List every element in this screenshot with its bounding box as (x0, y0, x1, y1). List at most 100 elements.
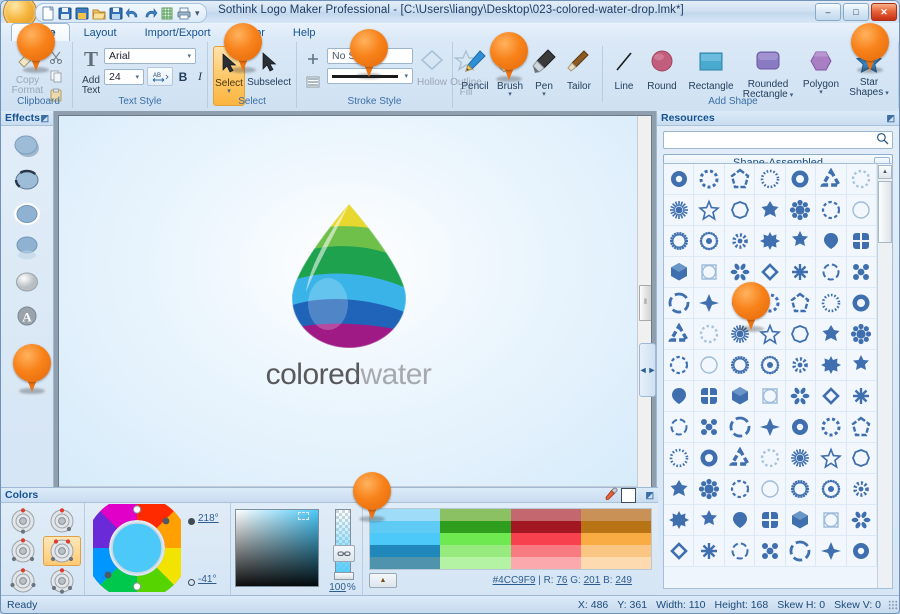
resource-shape-cell[interactable] (846, 288, 877, 319)
resource-shape-cell[interactable] (846, 195, 877, 226)
resource-shape-cell[interactable] (816, 443, 847, 474)
tab-import-export[interactable]: Import/Export (131, 23, 225, 41)
resource-shape-cell[interactable] (846, 412, 877, 443)
rounded-rectangle-shape-button[interactable]: Rounded Rectangle ▾ (739, 46, 797, 101)
resource-shape-cell[interactable] (724, 164, 756, 195)
cut-button[interactable] (47, 48, 65, 65)
eyedropper-icon[interactable] (604, 487, 618, 504)
resource-shape-cell[interactable] (664, 288, 695, 319)
color-mode-3-button[interactable] (4, 536, 42, 566)
resources-search-box[interactable] (663, 131, 893, 149)
opacity-slider[interactable] (333, 509, 354, 580)
resource-shape-cell[interactable] (816, 319, 847, 350)
resource-shape-cell[interactable] (664, 226, 695, 257)
effect-inner-shadow-item[interactable] (10, 166, 44, 194)
resource-shape-cell[interactable] (724, 536, 756, 567)
brush-tool-button[interactable]: Brush ▾ (492, 46, 528, 98)
effect-hidden-item[interactable] (10, 336, 44, 364)
pin-icon[interactable]: ◩ (40, 113, 49, 124)
maximize-button[interactable]: □ (843, 3, 869, 21)
resource-shape-cell[interactable] (694, 536, 725, 567)
resource-shape-cell[interactable] (846, 257, 877, 288)
color-swatch-grid[interactable] (369, 508, 652, 570)
color-mode-6-button[interactable] (43, 567, 81, 595)
resources-search-input[interactable] (667, 133, 876, 147)
g-value[interactable]: 201 (584, 575, 601, 586)
pencil-tool-button[interactable]: Pencil (458, 46, 492, 92)
color-mode-1-button[interactable] (4, 507, 42, 535)
color-swatch[interactable] (370, 521, 441, 533)
resources-vertical-scrollbar[interactable]: ▲ (877, 164, 892, 588)
resource-shape-cell[interactable] (785, 505, 817, 536)
resource-shape-cell[interactable] (755, 505, 786, 536)
star-shapes-button[interactable]: Star Shapes ▾ (845, 46, 893, 99)
resource-shape-cell[interactable] (755, 381, 786, 412)
tailor-tool-button[interactable]: Tailor (560, 46, 598, 92)
color-swatch[interactable] (510, 521, 581, 533)
chevron-down-icon[interactable]: ▾ (402, 72, 410, 80)
pin-icon[interactable]: ◩ (645, 490, 654, 501)
resource-shape-cell[interactable] (694, 381, 725, 412)
resource-shape-cell[interactable] (724, 443, 756, 474)
color-mode-4-button[interactable] (43, 536, 81, 566)
close-button[interactable]: ✕ (871, 3, 897, 21)
round-shape-button[interactable]: Round (641, 46, 683, 92)
resource-shape-cell[interactable] (846, 443, 877, 474)
sat-angle-label[interactable]: -41° (198, 574, 216, 585)
resource-shape-cell[interactable] (694, 257, 725, 288)
resource-shape-cell[interactable] (694, 226, 725, 257)
resource-shape-cell[interactable] (785, 412, 817, 443)
stroke-width-combo[interactable]: ▾ (327, 68, 413, 84)
color-swatch[interactable] (440, 521, 511, 533)
opacity-slider-thumb[interactable] (333, 572, 354, 580)
resource-shape-cell[interactable] (724, 319, 756, 350)
resource-shape-cell[interactable] (816, 474, 847, 505)
resource-shape-cell[interactable] (755, 257, 786, 288)
tab-color[interactable]: Color (225, 23, 279, 41)
color-mode-5-button[interactable] (4, 567, 42, 595)
resource-shape-cell[interactable] (816, 164, 847, 195)
canvas-vertical-scrollbar[interactable]: ‖ (637, 116, 651, 487)
chevron-down-icon[interactable]: ▾ (227, 88, 231, 95)
tab-home[interactable]: Home (11, 23, 70, 41)
color-mode-2-button[interactable] (43, 507, 81, 535)
color-swatch[interactable] (370, 545, 441, 557)
resource-shape-cell[interactable] (755, 412, 786, 443)
italic-button[interactable]: I (193, 68, 207, 85)
opacity-value[interactable]: 100 (329, 582, 346, 593)
color-swatch[interactable] (370, 509, 441, 521)
resource-shape-cell[interactable] (694, 195, 725, 226)
design-canvas[interactable]: coloredwater (59, 116, 638, 487)
chevron-down-icon[interactable]: ▾ (133, 73, 141, 81)
search-icon[interactable] (876, 132, 889, 148)
resource-shape-cell[interactable] (785, 195, 817, 226)
color-hex-value[interactable]: #4CC9F9 (493, 575, 536, 586)
resource-shape-cell[interactable] (755, 350, 786, 381)
rectangle-shape-button[interactable]: Rectangle (683, 46, 739, 92)
color-swatch[interactable] (510, 533, 581, 545)
resource-shape-cell[interactable] (846, 505, 877, 536)
resource-shape-cell[interactable] (785, 164, 817, 195)
color-swatch[interactable] (580, 533, 651, 545)
chevron-down-icon[interactable]: ▾ (508, 91, 512, 98)
sv-cursor[interactable] (298, 512, 309, 520)
resource-shape-cell[interactable] (664, 319, 695, 350)
resource-shape-cell[interactable] (846, 536, 877, 567)
polygon-shape-button[interactable]: Polygon ▾ (797, 46, 845, 96)
color-swatch[interactable] (370, 533, 441, 545)
resource-shape-cell[interactable] (755, 195, 786, 226)
resource-shape-cell[interactable] (816, 505, 847, 536)
link-colors-button[interactable] (333, 545, 355, 562)
colored-water-drop-logo[interactable]: coloredwater (254, 196, 444, 392)
scroll-up-arrow-icon[interactable]: ▲ (878, 165, 892, 179)
resource-shape-cell[interactable] (724, 288, 756, 319)
resource-shape-cell[interactable] (785, 226, 817, 257)
resource-shape-cell[interactable] (694, 412, 725, 443)
tab-layout[interactable]: Layout (70, 23, 131, 41)
resource-shape-cell[interactable] (785, 536, 817, 567)
resource-shape-cell[interactable] (816, 195, 847, 226)
no-fill-icon[interactable] (621, 487, 637, 503)
resource-shape-cell[interactable] (664, 195, 695, 226)
color-swatch[interactable] (510, 545, 581, 557)
resource-shape-cell[interactable] (785, 381, 817, 412)
